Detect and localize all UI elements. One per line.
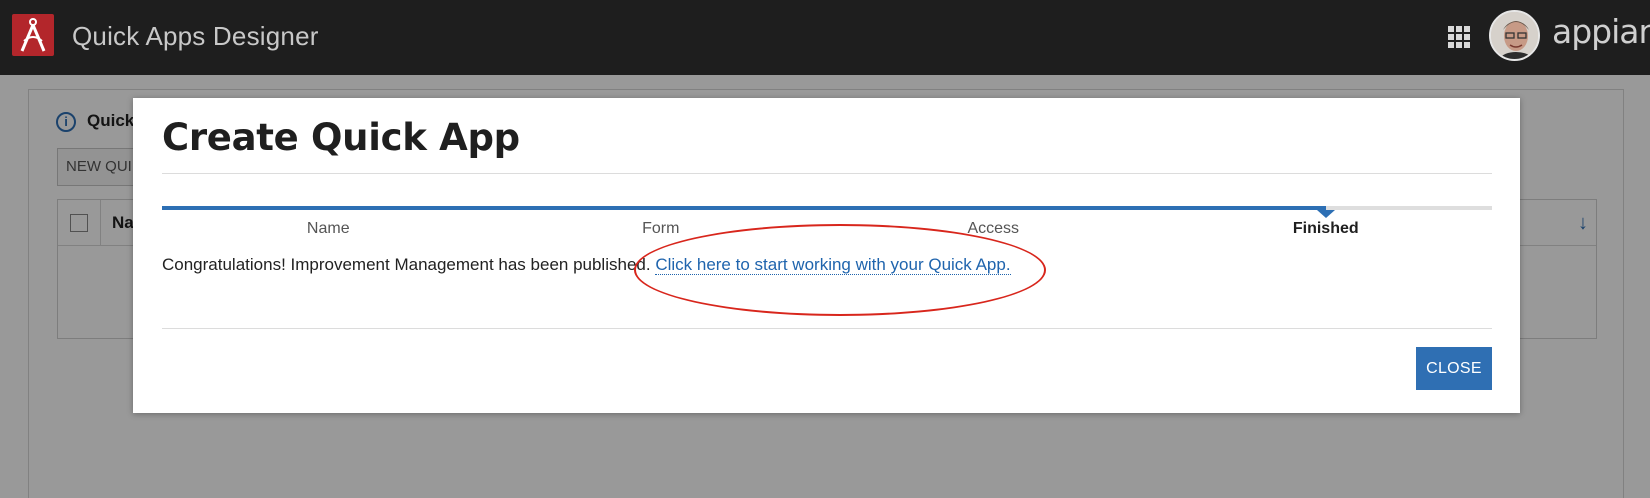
app-title: Quick Apps Designer: [72, 21, 319, 51]
appian-brand-logo: appian: [1552, 12, 1650, 51]
grid-apps-icon[interactable]: [1448, 26, 1472, 48]
step-form: Form: [642, 220, 680, 237]
title-divider: [162, 173, 1492, 174]
create-quick-app-dialog: Create Quick App Name Form Access Finish…: [133, 98, 1520, 413]
success-message: Congratulations! Improvement Management …: [162, 255, 1011, 275]
wizard-steps: Name Form Access Finished: [162, 220, 1492, 242]
progress-bar: [162, 206, 1492, 218]
step-finished: Finished: [1292, 220, 1359, 237]
step-access: Access: [967, 220, 1020, 237]
progress-bar-fill: [162, 206, 1326, 210]
message-text: Congratulations! Improvement Management …: [162, 255, 651, 274]
start-working-link[interactable]: Click here to start working with your Qu…: [655, 255, 1011, 275]
dialog-title: Create Quick App: [162, 116, 520, 159]
top-navigation-bar: Quick Apps Designer appian: [0, 0, 1650, 75]
user-avatar[interactable]: [1489, 10, 1540, 61]
progress-marker-icon: [1316, 210, 1335, 218]
appian-logo-icon[interactable]: [12, 14, 54, 56]
close-button[interactable]: CLOSE: [1416, 347, 1492, 390]
footer-divider: [162, 328, 1492, 329]
step-name: Name: [306, 220, 350, 237]
